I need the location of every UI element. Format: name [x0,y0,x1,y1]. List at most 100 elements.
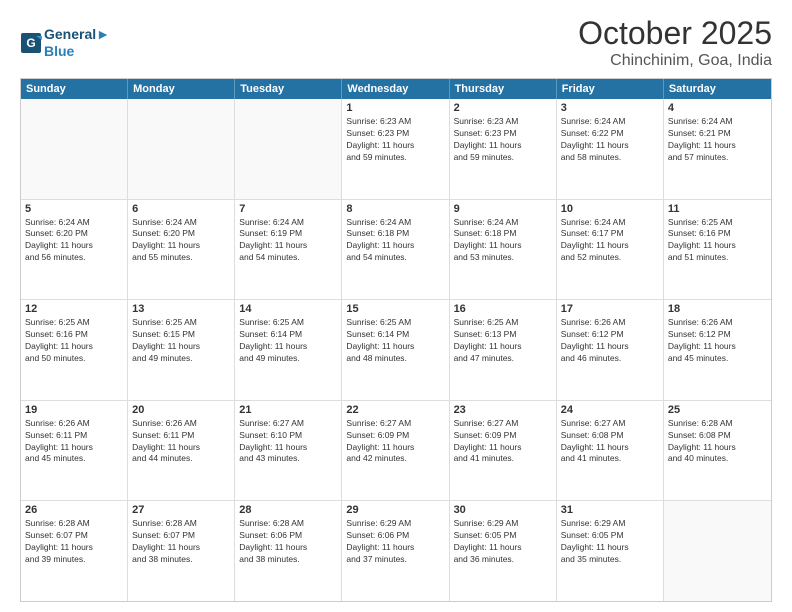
day-number: 21 [239,404,337,416]
calendar-cell-1: 1 Sunrise: 6:23 AM Sunset: 6:23 PM Daylig… [342,99,449,199]
cell-daylight-text: Sunrise: 6:26 AM Sunset: 6:12 PM Dayligh… [561,317,659,365]
day-number: 5 [25,203,123,215]
calendar-cell-16: 16 Sunrise: 6:25 AM Sunset: 6:13 PM Dayli… [450,300,557,400]
logo: G General► Blue [20,26,110,60]
cell-daylight-text: Sunrise: 6:24 AM Sunset: 6:18 PM Dayligh… [346,217,444,265]
calendar-cell-6: 6 Sunrise: 6:24 AM Sunset: 6:20 PM Daylig… [128,200,235,300]
day-number: 4 [668,102,767,114]
calendar-cell-26: 26 Sunrise: 6:28 AM Sunset: 6:07 PM Dayli… [21,501,128,601]
day-number: 26 [25,504,123,516]
cell-daylight-text: Sunrise: 6:29 AM Sunset: 6:06 PM Dayligh… [346,518,444,566]
day-number: 10 [561,203,659,215]
weekday-header-thursday: Thursday [450,79,557,99]
calendar: SundayMondayTuesdayWednesdayThursdayFrid… [20,78,772,602]
day-number: 2 [454,102,552,114]
calendar-week-1: 1 Sunrise: 6:23 AM Sunset: 6:23 PM Daylig… [21,99,771,199]
day-number: 29 [346,504,444,516]
calendar-cell-18: 18 Sunrise: 6:26 AM Sunset: 6:12 PM Dayli… [664,300,771,400]
cell-daylight-text: Sunrise: 6:27 AM Sunset: 6:08 PM Dayligh… [561,418,659,466]
day-number: 7 [239,203,337,215]
calendar-cell-31: 31Sunrise: 6:29 AM Sunset: 6:05 PM Dayli… [557,501,664,601]
cell-daylight-text: Sunrise: 6:28 AM Sunset: 6:07 PM Dayligh… [25,518,123,566]
weekday-header-wednesday: Wednesday [342,79,449,99]
cell-daylight-text: Sunrise: 6:28 AM Sunset: 6:07 PM Dayligh… [132,518,230,566]
day-number: 15 [346,303,444,315]
cell-daylight-text: Sunrise: 6:24 AM Sunset: 6:18 PM Dayligh… [454,217,552,265]
day-number: 11 [668,203,767,215]
cell-daylight-text: Sunrise: 6:26 AM Sunset: 6:12 PM Dayligh… [668,317,767,365]
calendar-cell-10: 10 Sunrise: 6:24 AM Sunset: 6:17 PM Dayli… [557,200,664,300]
calendar-cell-9: 9 Sunrise: 6:24 AM Sunset: 6:18 PM Daylig… [450,200,557,300]
day-number: 13 [132,303,230,315]
cell-daylight-text: Sunrise: 6:26 AM Sunset: 6:11 PM Dayligh… [25,418,123,466]
calendar-week-3: 12Sunrise: 6:25 AM Sunset: 6:16 PM Dayli… [21,299,771,400]
calendar-cell-empty [21,99,128,199]
day-number: 6 [132,203,230,215]
calendar-header: SundayMondayTuesdayWednesdayThursdayFrid… [21,79,771,99]
calendar-cell-2: 2Sunrise: 6:23 AM Sunset: 6:23 PM Daylig… [450,99,557,199]
calendar-cell-empty [664,501,771,601]
cell-daylight-text: Sunrise: 6:23 AM Sunset: 6:23 PM Dayligh… [346,116,444,164]
day-number: 20 [132,404,230,416]
day-number: 3 [561,102,659,114]
calendar-cell-empty [128,99,235,199]
calendar-cell-29: 29 Sunrise: 6:29 AM Sunset: 6:06 PM Dayli… [342,501,449,601]
logo-icon: G [20,32,42,54]
weekday-header-tuesday: Tuesday [235,79,342,99]
calendar-cell-23: 23Sunrise: 6:27 AM Sunset: 6:09 PM Dayli… [450,401,557,501]
day-number: 30 [454,504,552,516]
cell-daylight-text: Sunrise: 6:24 AM Sunset: 6:19 PM Dayligh… [239,217,337,265]
calendar-cell-11: 11 Sunrise: 6:25 AM Sunset: 6:16 PM Dayli… [664,200,771,300]
cell-daylight-text: Sunrise: 6:29 AM Sunset: 6:05 PM Dayligh… [454,518,552,566]
calendar-cell-3: 3 Sunrise: 6:24 AM Sunset: 6:22 PM Daylig… [557,99,664,199]
cell-daylight-text: Sunrise: 6:24 AM Sunset: 6:20 PM Dayligh… [25,217,123,265]
calendar-cell-15: 15Sunrise: 6:25 AM Sunset: 6:14 PM Dayli… [342,300,449,400]
day-number: 25 [668,404,767,416]
cell-daylight-text: Sunrise: 6:24 AM Sunset: 6:20 PM Dayligh… [132,217,230,265]
day-number: 9 [454,203,552,215]
day-number: 17 [561,303,659,315]
weekday-header-sunday: Sunday [21,79,128,99]
cell-daylight-text: Sunrise: 6:24 AM Sunset: 6:17 PM Dayligh… [561,217,659,265]
cell-daylight-text: Sunrise: 6:25 AM Sunset: 6:14 PM Dayligh… [239,317,337,365]
day-number: 24 [561,404,659,416]
cell-daylight-text: Sunrise: 6:24 AM Sunset: 6:21 PM Dayligh… [668,116,767,164]
calendar-cell-20: 20 Sunrise: 6:26 AM Sunset: 6:11 PM Dayli… [128,401,235,501]
cell-daylight-text: Sunrise: 6:25 AM Sunset: 6:13 PM Dayligh… [454,317,552,365]
cell-daylight-text: Sunrise: 6:25 AM Sunset: 6:16 PM Dayligh… [668,217,767,265]
day-number: 18 [668,303,767,315]
title-block: October 2025 Chinchinim, Goa, India [578,15,772,70]
day-number: 1 [346,102,444,114]
calendar-cell-25: 25 Sunrise: 6:28 AM Sunset: 6:08 PM Dayli… [664,401,771,501]
cell-daylight-text: Sunrise: 6:26 AM Sunset: 6:11 PM Dayligh… [132,418,230,466]
calendar-cell-7: 7 Sunrise: 6:24 AM Sunset: 6:19 PM Daylig… [235,200,342,300]
month-title: October 2025 [578,15,772,52]
calendar-cell-19: 19 Sunrise: 6:26 AM Sunset: 6:11 PM Dayli… [21,401,128,501]
cell-daylight-text: Sunrise: 6:25 AM Sunset: 6:15 PM Dayligh… [132,317,230,365]
cell-daylight-text: Sunrise: 6:24 AM Sunset: 6:22 PM Dayligh… [561,116,659,164]
day-number: 19 [25,404,123,416]
calendar-cell-27: 27 Sunrise: 6:28 AM Sunset: 6:07 PM Dayli… [128,501,235,601]
day-number: 27 [132,504,230,516]
calendar-cell-8: 8 Sunrise: 6:24 AM Sunset: 6:18 PM Daylig… [342,200,449,300]
weekday-header-friday: Friday [557,79,664,99]
calendar-cell-24: 24 Sunrise: 6:27 AM Sunset: 6:08 PM Dayli… [557,401,664,501]
cell-daylight-text: Sunrise: 6:27 AM Sunset: 6:09 PM Dayligh… [346,418,444,466]
calendar-body: 1 Sunrise: 6:23 AM Sunset: 6:23 PM Daylig… [21,99,771,601]
cell-daylight-text: Sunrise: 6:28 AM Sunset: 6:06 PM Dayligh… [239,518,337,566]
calendar-cell-30: 30 Sunrise: 6:29 AM Sunset: 6:05 PM Dayli… [450,501,557,601]
calendar-cell-13: 13 Sunrise: 6:25 AM Sunset: 6:15 PM Dayli… [128,300,235,400]
calendar-cell-5: 5 Sunrise: 6:24 AM Sunset: 6:20 PM Daylig… [21,200,128,300]
calendar-week-5: 26 Sunrise: 6:28 AM Sunset: 6:07 PM Dayli… [21,500,771,601]
cell-daylight-text: Sunrise: 6:28 AM Sunset: 6:08 PM Dayligh… [668,418,767,466]
day-number: 14 [239,303,337,315]
day-number: 22 [346,404,444,416]
day-number: 31 [561,504,659,516]
calendar-cell-21: 21Sunrise: 6:27 AM Sunset: 6:10 PM Dayli… [235,401,342,501]
calendar-cell-4: 4 Sunrise: 6:24 AM Sunset: 6:21 PM Daylig… [664,99,771,199]
calendar-week-2: 5 Sunrise: 6:24 AM Sunset: 6:20 PM Daylig… [21,199,771,300]
day-number: 8 [346,203,444,215]
day-number: 16 [454,303,552,315]
cell-daylight-text: Sunrise: 6:27 AM Sunset: 6:09 PM Dayligh… [454,418,552,466]
page-header: G General► Blue October 2025 Chinchinim,… [20,15,772,70]
